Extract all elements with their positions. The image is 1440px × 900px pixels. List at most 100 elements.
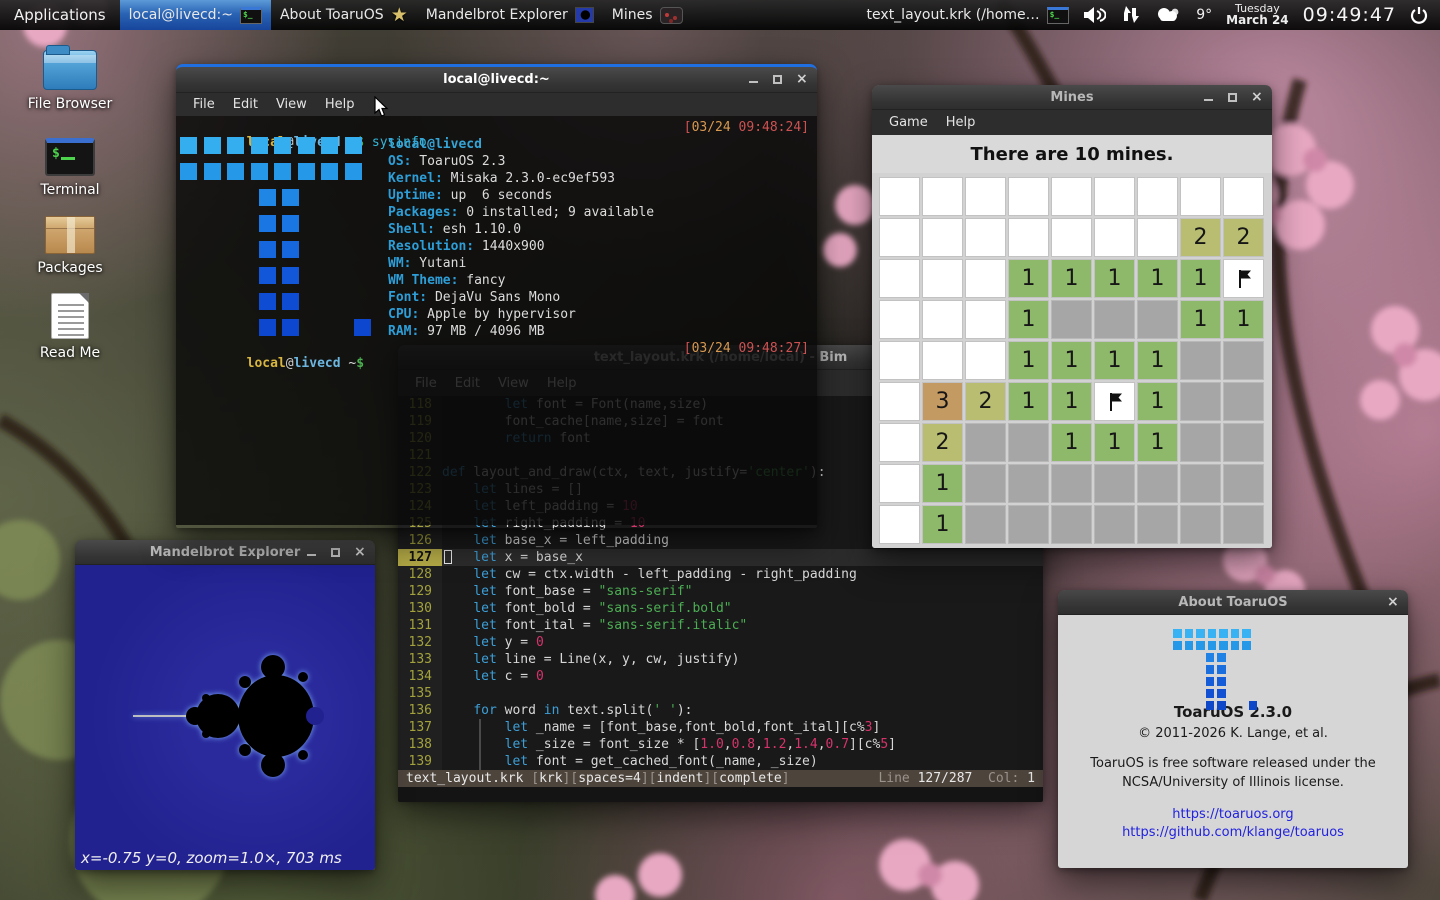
mine-cell-empty[interactable]: [1051, 300, 1092, 339]
code-line[interactable]: 129 let font_base = "sans-serif": [398, 583, 1043, 600]
mine-cell-empty[interactable]: [1094, 505, 1135, 544]
mine-cell-hidden[interactable]: [965, 341, 1006, 380]
mine-cell-empty[interactable]: [1223, 423, 1264, 462]
mine-cell-hidden[interactable]: [1137, 218, 1178, 257]
mine-cell-hidden[interactable]: [1008, 177, 1049, 216]
mine-cell-empty[interactable]: [1094, 464, 1135, 503]
mine-cell-number[interactable]: 2: [965, 382, 1006, 421]
code-line[interactable]: 130 let font_bold = "sans-serif.bold": [398, 600, 1043, 617]
minimize-button[interactable]: [1203, 92, 1214, 103]
mine-cell-empty[interactable]: [1223, 464, 1264, 503]
mine-cell-hidden[interactable]: [879, 505, 920, 544]
mine-cell-empty[interactable]: [1223, 341, 1264, 380]
mine-cell-number[interactable]: 1: [1008, 259, 1049, 298]
mine-cell-number[interactable]: 3: [922, 382, 963, 421]
mine-cell-number[interactable]: 1: [1180, 300, 1221, 339]
close-icon[interactable]: ×: [796, 74, 807, 85]
mine-cell-number[interactable]: 1: [1051, 423, 1092, 462]
mine-cell-hidden[interactable]: [879, 300, 920, 339]
mine-cell-number[interactable]: 1: [1137, 423, 1178, 462]
maximize-button[interactable]: [772, 74, 783, 85]
code-line[interactable]: 127 let x = base_x: [398, 549, 1043, 566]
toaruos-link[interactable]: https://toaruos.org: [1058, 807, 1408, 822]
close-icon[interactable]: ×: [1251, 92, 1262, 103]
mine-cell-hidden[interactable]: [879, 341, 920, 380]
network-icon[interactable]: [1120, 5, 1140, 24]
mine-cell-number[interactable]: 1: [922, 464, 963, 503]
mine-cell-empty[interactable]: [1223, 382, 1264, 421]
mine-cell-hidden[interactable]: [1223, 177, 1264, 216]
mine-cell-empty[interactable]: [1094, 300, 1135, 339]
mine-cell-hidden[interactable]: [879, 177, 920, 216]
mine-cell-hidden[interactable]: [922, 177, 963, 216]
code-line[interactable]: 133 let line = Line(x, y, cw, justify): [398, 651, 1043, 668]
mine-cell-hidden[interactable]: [965, 300, 1006, 339]
close-icon[interactable]: ×: [354, 547, 365, 558]
mine-cell-hidden[interactable]: [1051, 177, 1092, 216]
menu-item-edit[interactable]: Edit: [224, 97, 267, 112]
mine-cell-hidden[interactable]: [922, 341, 963, 380]
mines-titlebar[interactable]: Mines ×: [872, 85, 1272, 110]
minimize-button[interactable]: [748, 74, 759, 85]
terminal-titlebar[interactable]: local@livecd:~ ×: [176, 64, 817, 93]
mine-cell-empty[interactable]: [1223, 505, 1264, 544]
applications-menu[interactable]: Applications: [0, 6, 120, 24]
code-line[interactable]: 132 let y = 0: [398, 634, 1043, 651]
desktop-icon-packages[interactable]: Packages: [18, 216, 122, 276]
desktop-icon-file-browser[interactable]: File Browser: [18, 50, 122, 112]
mine-cell-empty[interactable]: [1137, 464, 1178, 503]
mine-cell-number[interactable]: 1: [1137, 259, 1178, 298]
mine-cell-hidden[interactable]: [922, 259, 963, 298]
mine-cell-hidden[interactable]: [965, 218, 1006, 257]
mine-cell-hidden[interactable]: [879, 218, 920, 257]
code-line[interactable]: 128 let cw = ctx.width - left_padding - …: [398, 566, 1043, 583]
weather-icon[interactable]: [1154, 6, 1182, 24]
menu-item-game[interactable]: Game: [880, 115, 937, 130]
mandelbrot-canvas[interactable]: x=-0.75 y=0, zoom=1.0×, 703 ms: [75, 565, 375, 870]
mine-cell-number[interactable]: 1: [1094, 341, 1135, 380]
mine-cell-empty[interactable]: [1051, 464, 1092, 503]
mine-cell-number[interactable]: 2: [922, 423, 963, 462]
mine-cell-number[interactable]: 1: [1094, 259, 1135, 298]
maximize-button[interactable]: [1227, 92, 1238, 103]
mine-cell-empty[interactable]: [1180, 505, 1221, 544]
clock-display[interactable]: 09:49:47: [1303, 4, 1396, 26]
mine-cell-flagged[interactable]: [1223, 259, 1264, 298]
terminal-output[interactable]: local@livecd ~$ sysinfo [03/24 09:48:24]…: [176, 116, 817, 525]
mine-cell-number[interactable]: 1: [1051, 382, 1092, 421]
desktop-icon-read-me[interactable]: Read Me: [18, 293, 122, 361]
mine-cell-empty[interactable]: [1180, 341, 1221, 380]
close-icon[interactable]: ×: [1387, 597, 1398, 608]
code-line[interactable]: 134 let c = 0: [398, 668, 1043, 685]
desktop-icon-terminal[interactable]: Terminal: [18, 138, 122, 198]
mine-cell-empty[interactable]: [1137, 505, 1178, 544]
taskbar-window-button[interactable]: Mines: [603, 0, 692, 30]
mine-cell-hidden[interactable]: [1094, 177, 1135, 216]
mine-cell-hidden[interactable]: [1051, 218, 1092, 257]
menu-item-file[interactable]: File: [184, 97, 224, 112]
volume-icon[interactable]: [1082, 6, 1106, 24]
taskbar-window-button[interactable]: About ToaruOS★: [271, 0, 417, 30]
mine-cell-empty[interactable]: [1008, 423, 1049, 462]
minimize-button[interactable]: [306, 547, 317, 558]
code-line[interactable]: 138 let _size = font_size * [1.0,0.8,1.2…: [398, 736, 1043, 753]
mine-cell-number[interactable]: 1: [1137, 382, 1178, 421]
mine-cell-hidden[interactable]: [922, 300, 963, 339]
code-line[interactable]: 136 for word in text.split(' '):: [398, 702, 1043, 719]
menu-item-help[interactable]: Help: [937, 115, 985, 130]
mine-cell-number[interactable]: 1: [1051, 341, 1092, 380]
about-titlebar[interactable]: About ToaruOS ×: [1058, 590, 1408, 615]
mine-cell-number[interactable]: 1: [1094, 423, 1135, 462]
mine-cell-number[interactable]: 2: [1180, 218, 1221, 257]
mandelbrot-titlebar[interactable]: Mandelbrot Explorer ×: [75, 540, 375, 565]
mine-cell-number[interactable]: 1: [1008, 382, 1049, 421]
mine-cell-empty[interactable]: [965, 464, 1006, 503]
mine-cell-empty[interactable]: [1137, 300, 1178, 339]
github-link[interactable]: https://github.com/klange/toaruos: [1058, 825, 1408, 840]
taskbar-window-button[interactable]: text_layout.krk (/home…: [858, 0, 1078, 30]
mine-cell-empty[interactable]: [1008, 464, 1049, 503]
code-line[interactable]: 137 let _name = [font_base,font_bold,fon…: [398, 719, 1043, 736]
mine-cell-number[interactable]: 1: [1223, 300, 1264, 339]
code-line[interactable]: 131 let font_ital = "sans-serif.italic": [398, 617, 1043, 634]
code-line[interactable]: 135: [398, 685, 1043, 702]
